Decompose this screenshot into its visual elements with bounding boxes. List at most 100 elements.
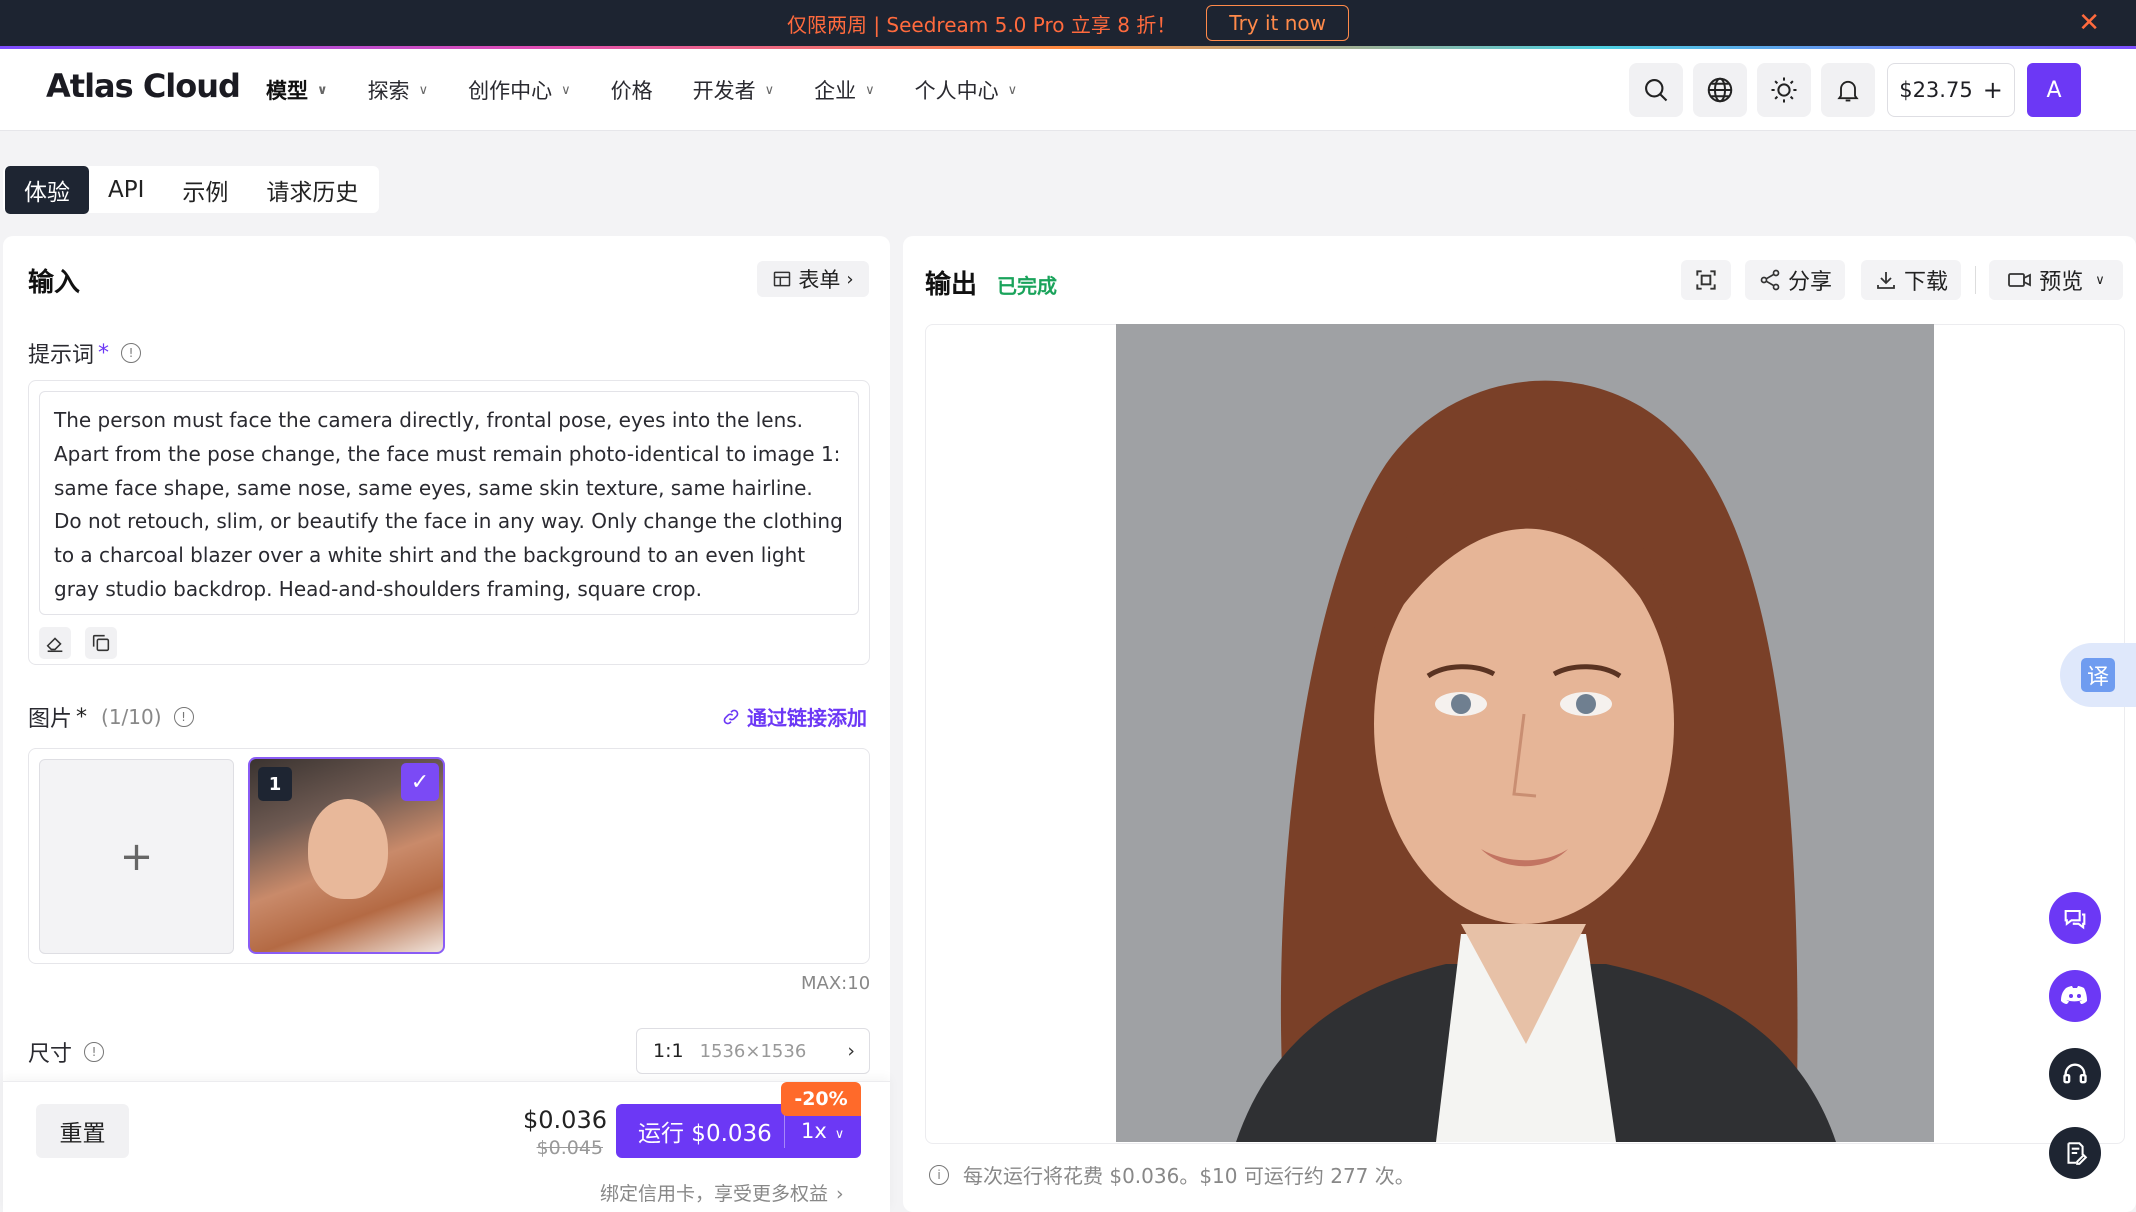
output-title: 输出	[925, 270, 978, 300]
promo-banner: 仅限两周 | Seedream 5.0 Pro 立享 8 折！ Try it n…	[0, 0, 2136, 46]
form-view-button[interactable]: 表单 ›	[757, 261, 869, 297]
run-bar: 重置 $0.036 $0.045 运行 $0.036 1x ∨ -20% 绑定信用…	[3, 1081, 890, 1212]
size-dimensions: 1536×1536	[699, 1040, 807, 1062]
size-ratio: 1:1	[653, 1040, 684, 1062]
chat-button[interactable]	[2049, 892, 2101, 944]
menu-item-enterprise[interactable]: 企业 ∨	[814, 75, 875, 105]
portrait-illustration	[1116, 324, 1934, 1142]
run-multiplier-select[interactable]: 1x ∨	[785, 1119, 844, 1143]
prompt-container: The person must face the camera directly…	[28, 380, 870, 665]
menu-item-creation[interactable]: 创作中心 ∨	[468, 75, 571, 105]
share-icon	[1760, 269, 1780, 291]
size-select[interactable]: 1:1 1536×1536 ›	[636, 1028, 870, 1074]
chevron-down-icon: ∨	[865, 82, 875, 98]
tab-examples[interactable]: 示例	[163, 166, 247, 214]
run-price: $0.036	[523, 1106, 607, 1134]
sun-icon	[1771, 77, 1797, 103]
chat-bubbles-icon	[2064, 909, 2086, 930]
bind-card-link[interactable]: 绑定信用卡，享受更多权益 ›	[600, 1179, 844, 1206]
support-button[interactable]	[2049, 1048, 2101, 1100]
tab-api[interactable]: API	[89, 170, 163, 210]
eraser-icon	[46, 637, 63, 653]
tab-request-history[interactable]: 请求历史	[247, 166, 377, 214]
info-icon[interactable]: !	[84, 1042, 105, 1062]
reset-button[interactable]: 重置	[36, 1104, 129, 1158]
bell-icon	[1837, 80, 1859, 102]
info-icon: i	[929, 1164, 949, 1185]
required-mark: *	[76, 704, 88, 730]
promo-text: 仅限两周 | Seedream 5.0 Pro 立享 8 折！	[786, 12, 1177, 37]
chevron-down-icon: ∨	[2095, 272, 2105, 288]
upload-image-button[interactable]: +	[39, 759, 234, 954]
preview-select[interactable]: 预览 ∨	[1989, 260, 2123, 300]
chevron-right-icon: ›	[847, 1040, 855, 1062]
theme-toggle-button[interactable]	[1757, 63, 1811, 117]
discord-button[interactable]	[2049, 970, 2101, 1022]
search-icon	[1645, 79, 1668, 102]
menu-item-pricing[interactable]: 价格	[611, 75, 653, 105]
discord-icon	[2061, 986, 2087, 1004]
try-it-now-button[interactable]: Try it now	[1206, 5, 1350, 41]
search-button[interactable]	[1629, 63, 1683, 117]
close-banner-icon[interactable]: ✕	[2078, 8, 2100, 38]
run-price-original: $0.045	[536, 1137, 603, 1159]
status-badge: 已完成	[997, 274, 1057, 298]
add-funds-icon: +	[1982, 76, 2003, 104]
fullscreen-button[interactable]	[1681, 260, 1731, 300]
chevron-right-icon: ›	[836, 1183, 844, 1205]
thumbnail-face	[308, 799, 388, 899]
add-via-link-button[interactable]: 通过链接添加	[721, 702, 867, 731]
output-panel: 输出 已完成 分享 下载 预览 ∨ i 每次运行将花费 $0.036。$10 可…	[903, 236, 2136, 1212]
max-images-label: MAX:10	[801, 973, 871, 994]
image-thumbnail[interactable]: 1 ✓	[248, 757, 445, 954]
required-mark: *	[98, 340, 110, 366]
logo[interactable]: Atlas Cloud	[46, 67, 241, 105]
prompt-label: 提示词 * !	[28, 337, 142, 369]
notifications-button[interactable]	[1821, 63, 1875, 117]
image-index-badge: 1	[258, 767, 292, 801]
menu-item-developers[interactable]: 开发者 ∨	[693, 75, 775, 105]
image-list: + 1 ✓	[28, 748, 870, 964]
balance-button[interactable]: $23.75 +	[1887, 63, 2015, 117]
feedback-button[interactable]	[2049, 1127, 2101, 1179]
copy-prompt-button[interactable]	[85, 627, 117, 659]
fullscreen-icon	[1696, 270, 1716, 290]
input-panel: 输入 表单 › 提示词 * ! The person must face the…	[3, 236, 890, 1212]
download-icon	[1877, 272, 1895, 289]
discount-badge: -20%	[781, 1082, 861, 1116]
chevron-down-icon: ∨	[418, 82, 429, 98]
download-button[interactable]: 下载	[1861, 260, 1961, 300]
clear-prompt-button[interactable]	[39, 627, 71, 659]
translate-icon: 译	[2081, 658, 2115, 692]
menu-item-account[interactable]: 个人中心 ∨	[915, 75, 1018, 105]
tab-playground[interactable]: 体验	[5, 165, 89, 214]
balance-amount: $23.75	[1899, 78, 1973, 102]
chevron-down-icon: ∨	[764, 82, 775, 98]
globe-icon	[1707, 77, 1733, 103]
run-label: 运行 $0.036	[638, 1121, 772, 1147]
chevron-down-icon: ∨	[1007, 82, 1018, 98]
info-icon[interactable]: !	[173, 707, 194, 727]
menu-item-explore[interactable]: 探索 ∨	[368, 75, 429, 105]
image-count: (1/10)	[101, 705, 162, 729]
output-image[interactable]	[1116, 324, 1934, 1142]
language-button[interactable]	[1693, 63, 1747, 117]
mode-tabs: 体验 API 示例 请求历史	[3, 165, 380, 214]
avatar[interactable]: A	[2027, 63, 2081, 117]
translate-widget[interactable]: 译	[2060, 643, 2136, 707]
checkmark-icon[interactable]: ✓	[401, 763, 439, 801]
edit-note-icon	[2067, 1142, 2088, 1165]
prompt-textarea[interactable]: The person must face the camera directly…	[39, 391, 859, 615]
input-title: 输入	[28, 268, 81, 298]
form-view-label: 表单	[798, 268, 841, 292]
chevron-down-icon: ∨	[561, 82, 571, 98]
main-menu: 模型 ∨ 探索 ∨ 创作中心 ∨ 价格 开发者 ∨ 企业 ∨ 个人中心 ∨	[266, 49, 1057, 131]
info-icon[interactable]: !	[121, 343, 142, 363]
headset-icon	[2063, 1063, 2087, 1084]
video-icon	[2008, 273, 2032, 287]
chevron-down-icon: ∨	[317, 82, 328, 98]
menu-item-models[interactable]: 模型 ∨	[266, 75, 328, 105]
share-button[interactable]: 分享	[1745, 260, 1845, 300]
link-icon	[723, 709, 739, 724]
chevron-down-icon: ∨	[834, 1127, 845, 1142]
